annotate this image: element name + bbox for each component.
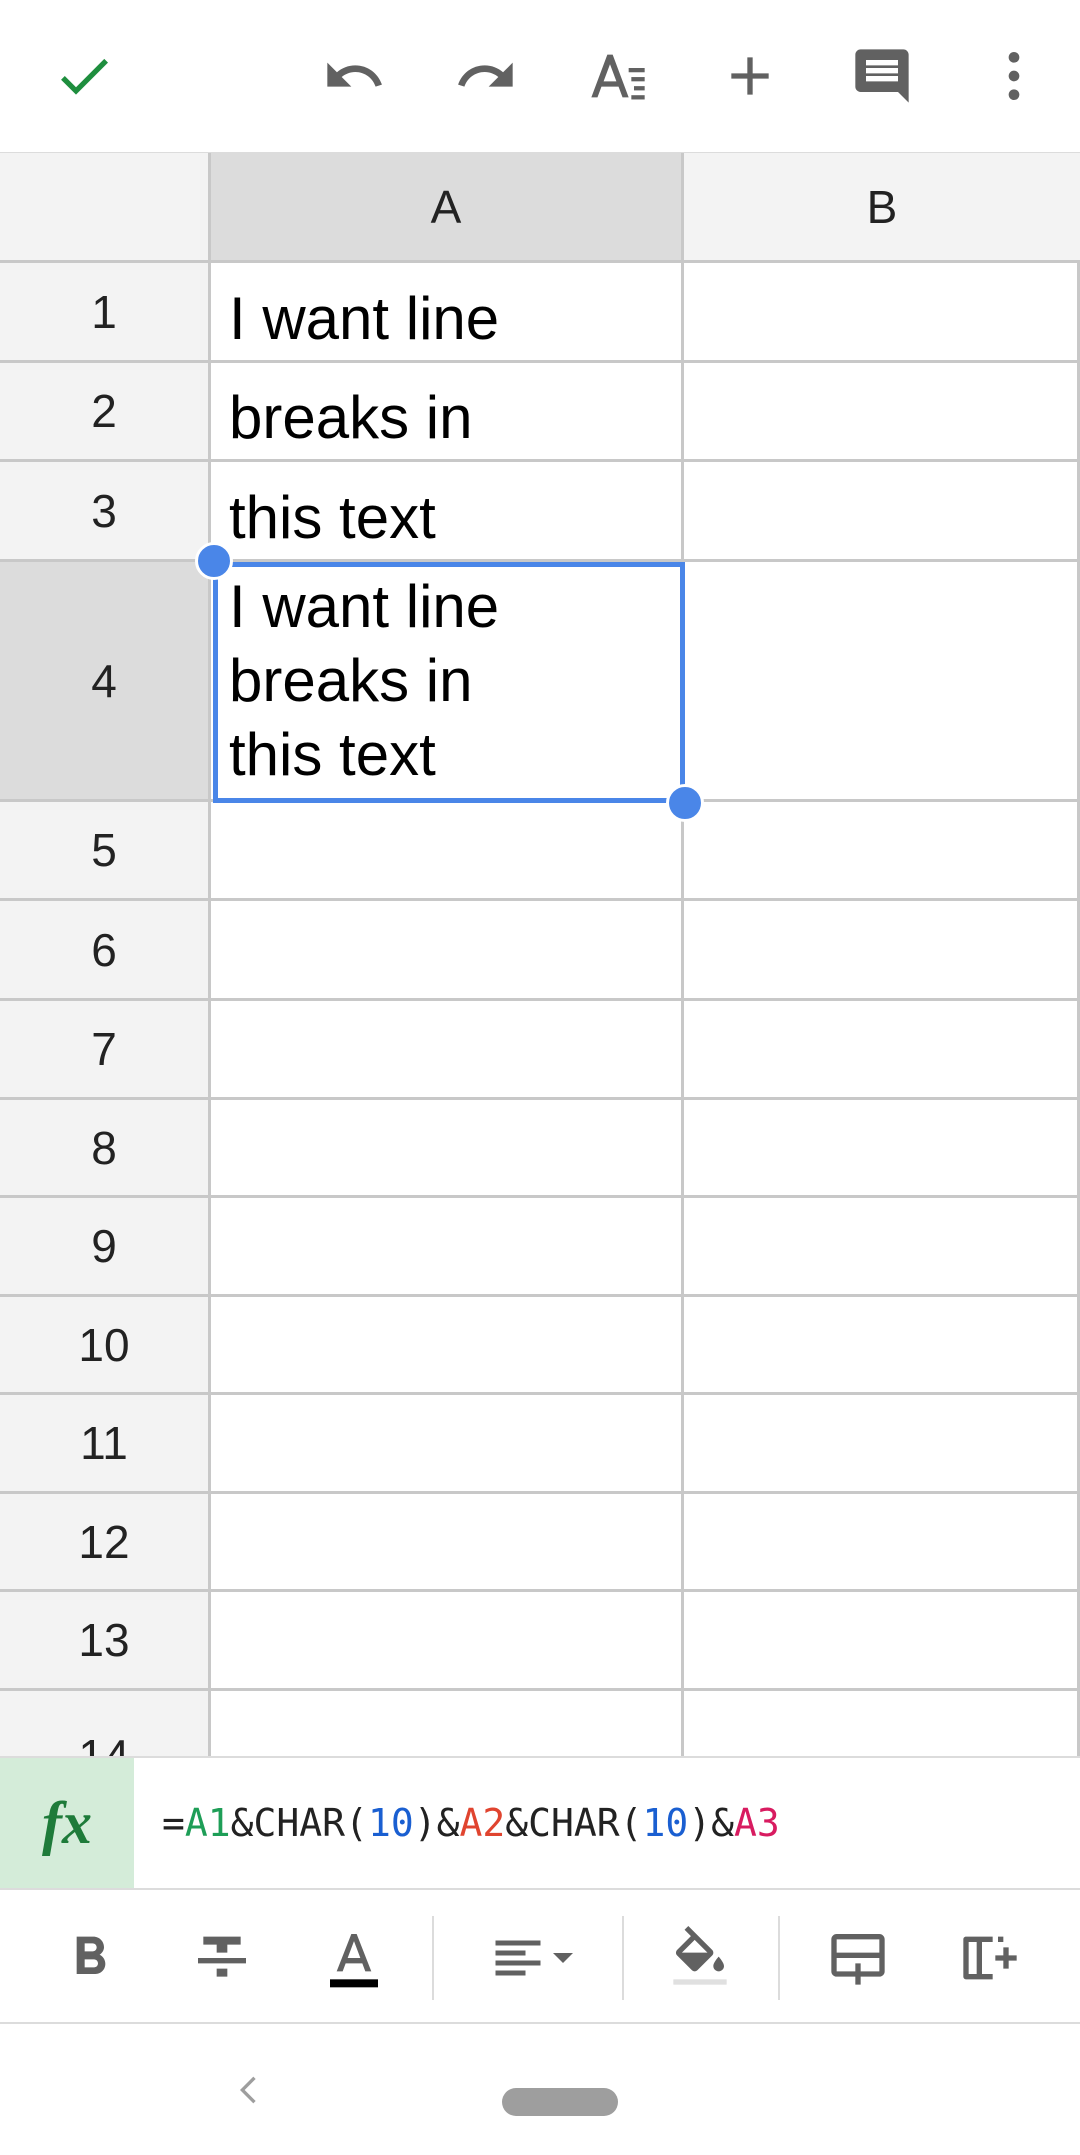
row-header-8[interactable]: 8 bbox=[0, 1100, 211, 1198]
toolbar-divider bbox=[622, 1916, 624, 2000]
formula-token: )& bbox=[413, 1801, 460, 1845]
cell-b4[interactable] bbox=[684, 562, 1080, 802]
insert-row-icon[interactable] bbox=[810, 1910, 906, 2006]
cell-b11[interactable] bbox=[684, 1395, 1080, 1494]
text-color-icon[interactable] bbox=[306, 1910, 402, 2006]
spreadsheet-grid: A B 1 2 3 4 5 6 7 8 9 10 11 12 13 14 I w… bbox=[0, 153, 1080, 1756]
toolbar-divider bbox=[778, 1916, 780, 2000]
insert-column-icon[interactable] bbox=[942, 1910, 1038, 2006]
row-header-9[interactable]: 9 bbox=[0, 1198, 211, 1297]
cell-a5[interactable] bbox=[211, 802, 684, 901]
cell-b7[interactable] bbox=[684, 1001, 1080, 1100]
cell-b8[interactable] bbox=[684, 1100, 1080, 1198]
row-header-6[interactable]: 6 bbox=[0, 901, 211, 1001]
row-header-1[interactable]: 1 bbox=[0, 263, 211, 363]
cell-a7[interactable] bbox=[211, 1001, 684, 1100]
comment-icon[interactable] bbox=[842, 36, 922, 116]
back-icon[interactable] bbox=[220, 2060, 280, 2120]
cell-a14[interactable] bbox=[211, 1691, 684, 1756]
selection-handle-bottom-right[interactable] bbox=[666, 784, 704, 822]
row-header-10[interactable]: 10 bbox=[0, 1297, 211, 1395]
cell-b12[interactable] bbox=[684, 1494, 1080, 1592]
cell-a12[interactable] bbox=[211, 1494, 684, 1592]
row-header-2[interactable]: 2 bbox=[0, 363, 211, 462]
cell-a3[interactable]: this text bbox=[211, 462, 684, 562]
cell-b3[interactable] bbox=[684, 462, 1080, 562]
strikethrough-icon[interactable] bbox=[174, 1910, 270, 2006]
cell-b2[interactable] bbox=[684, 363, 1080, 462]
cell-a6[interactable] bbox=[211, 901, 684, 1001]
column-header-a[interactable]: A bbox=[211, 153, 684, 263]
formula-token: &CHAR( bbox=[505, 1801, 643, 1845]
formula-token: A1 bbox=[184, 1801, 231, 1845]
row-header-4[interactable]: 4 bbox=[0, 562, 211, 802]
align-icon[interactable] bbox=[478, 1910, 588, 2006]
cell-b13[interactable] bbox=[684, 1592, 1080, 1691]
formula-token: 10 bbox=[642, 1801, 689, 1845]
cell-a13[interactable] bbox=[211, 1592, 684, 1691]
cell-b14[interactable] bbox=[684, 1691, 1080, 1756]
redo-icon[interactable] bbox=[446, 36, 526, 116]
formula-token: &CHAR( bbox=[230, 1801, 368, 1845]
format-toolbar bbox=[0, 1890, 1080, 2024]
row-header-14[interactable]: 14 bbox=[0, 1691, 211, 1756]
insert-icon[interactable] bbox=[710, 36, 790, 116]
formula-token: 10 bbox=[367, 1801, 414, 1845]
selection-handle-top-left[interactable] bbox=[195, 542, 233, 580]
row-header-12[interactable]: 12 bbox=[0, 1494, 211, 1592]
text-format-icon[interactable] bbox=[578, 36, 658, 116]
bold-icon[interactable] bbox=[42, 1910, 138, 2006]
formula-bar: fx = A1 &CHAR(10)& A2 &CHAR(10)& A3 bbox=[0, 1756, 1080, 1890]
cell-b10[interactable] bbox=[684, 1297, 1080, 1395]
top-toolbar bbox=[0, 0, 1080, 153]
cell-a9[interactable] bbox=[211, 1198, 684, 1297]
fx-icon: fx bbox=[0, 1758, 134, 1888]
row-header-14-label: 14 bbox=[78, 1730, 130, 1756]
cell-a2[interactable]: breaks in bbox=[211, 363, 684, 462]
select-all-corner[interactable] bbox=[0, 153, 211, 263]
cell-a10[interactable] bbox=[211, 1297, 684, 1395]
cell-a8[interactable] bbox=[211, 1100, 684, 1198]
fill-color-icon[interactable] bbox=[652, 1910, 748, 2006]
cell-b5[interactable] bbox=[684, 802, 1080, 901]
row-header-11[interactable]: 11 bbox=[0, 1395, 211, 1494]
row-header-5[interactable]: 5 bbox=[0, 802, 211, 901]
toolbar-divider bbox=[432, 1916, 434, 2000]
formula-token: A3 bbox=[734, 1801, 780, 1845]
cell-a1[interactable]: I want line bbox=[211, 263, 684, 363]
formula-token: )& bbox=[688, 1801, 735, 1845]
cell-b6[interactable] bbox=[684, 901, 1080, 1001]
row-header-7[interactable]: 7 bbox=[0, 1001, 211, 1100]
cell-a11[interactable] bbox=[211, 1395, 684, 1494]
cell-b9[interactable] bbox=[684, 1198, 1080, 1297]
formula-input[interactable]: = A1 &CHAR(10)& A2 &CHAR(10)& A3 bbox=[162, 1758, 780, 1888]
column-header-b[interactable]: B bbox=[684, 153, 1080, 263]
formula-token: A2 bbox=[459, 1801, 506, 1845]
row-header-13[interactable]: 13 bbox=[0, 1592, 211, 1691]
home-pill[interactable] bbox=[502, 2088, 618, 2116]
undo-icon[interactable] bbox=[314, 36, 394, 116]
formula-token: = bbox=[162, 1801, 185, 1845]
row-header-3[interactable]: 3 bbox=[0, 462, 211, 562]
check-icon[interactable] bbox=[44, 36, 124, 116]
more-vert-icon[interactable] bbox=[974, 36, 1054, 116]
cell-a4[interactable]: I want line breaks in this text bbox=[211, 562, 684, 802]
cell-b1[interactable] bbox=[684, 263, 1080, 363]
